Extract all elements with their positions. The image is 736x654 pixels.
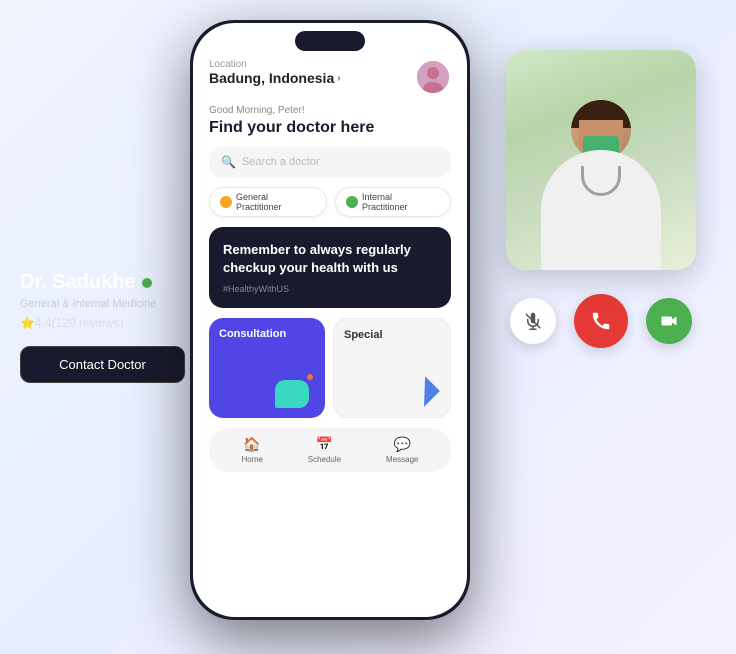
nav-message[interactable]: 💬 Message xyxy=(386,436,418,464)
doctor-body xyxy=(541,150,661,270)
phone-notch xyxy=(295,31,365,51)
nav-home[interactable]: 🏠 Home xyxy=(241,436,262,464)
nav-schedule[interactable]: 📅 Schedule xyxy=(308,436,341,464)
service-cards-row: Consultation Special xyxy=(209,318,451,418)
location-chevron: › xyxy=(337,73,340,84)
phone-outer-shell: Location Badung, Indonesia › xyxy=(190,20,470,620)
home-icon: 🏠 xyxy=(243,436,260,453)
hangup-button[interactable] xyxy=(574,294,628,348)
banner-title: Remember to always regularly checkup you… xyxy=(223,241,437,277)
consultation-label: Consultation xyxy=(219,328,315,340)
special-icon-area xyxy=(344,375,440,407)
doctor-name-text: Dr. Sadukhe xyxy=(20,271,136,294)
microphone-off-icon xyxy=(524,312,542,330)
phone-mockup: Location Badung, Indonesia › xyxy=(190,20,470,630)
camera-button[interactable] xyxy=(646,298,692,344)
search-bar[interactable]: 🔍 Search a doctor xyxy=(209,147,451,177)
location-block: Location Badung, Indonesia › xyxy=(209,59,341,86)
main-heading: Find your doctor here xyxy=(209,118,451,137)
consultation-card[interactable]: Consultation xyxy=(209,318,325,418)
banner-hashtag: #HealthyWithUS xyxy=(223,284,437,294)
doctor-specialty: General & Internal Medicine xyxy=(20,298,185,310)
arrow-icon xyxy=(401,368,446,413)
special-card[interactable]: Special xyxy=(333,318,451,418)
bottom-navigation: 🏠 Home 📅 Schedule 💬 Message xyxy=(209,428,451,472)
general-practitioner-label: General Practitioner xyxy=(236,192,316,212)
chat-notification-dot xyxy=(305,372,315,382)
phone-hangup-icon xyxy=(590,310,612,332)
location-value[interactable]: Badung, Indonesia › xyxy=(209,70,341,86)
doctor-figure xyxy=(541,100,661,270)
search-icon: 🔍 xyxy=(221,155,236,169)
greeting-text: Good Morning, Peter! xyxy=(209,105,451,116)
health-banner: Remember to always regularly checkup you… xyxy=(209,227,451,307)
phone-screen: Location Badung, Indonesia › xyxy=(193,23,467,617)
chat-icon xyxy=(275,372,315,408)
phone-content: Location Badung, Indonesia › xyxy=(193,23,467,617)
consultation-icon-area xyxy=(219,372,315,408)
location-label: Location xyxy=(209,59,341,70)
video-thumbnail xyxy=(506,50,696,270)
avatar-image xyxy=(417,61,449,93)
doctor-info-panel: Dr. Sadukhe General & Internal Medicine … xyxy=(20,271,185,383)
doctor-rating: ⭐4.4(120 reviews) xyxy=(20,316,185,330)
contact-doctor-button[interactable]: Contact Doctor xyxy=(20,346,185,383)
category-tag-internal[interactable]: Internal Practitioner xyxy=(335,187,451,217)
special-label: Special xyxy=(344,329,440,341)
general-practitioner-icon xyxy=(220,196,232,208)
home-label: Home xyxy=(241,455,262,464)
chat-bubble xyxy=(275,380,309,408)
camera-icon xyxy=(660,312,678,330)
category-row: General Practitioner Internal Practition… xyxy=(209,187,451,217)
message-label: Message xyxy=(386,455,418,464)
schedule-icon: 📅 xyxy=(316,436,333,453)
internal-practitioner-icon xyxy=(346,196,358,208)
message-icon: 💬 xyxy=(394,436,411,453)
category-tag-general[interactable]: General Practitioner xyxy=(209,187,327,217)
search-placeholder: Search a doctor xyxy=(242,156,320,168)
call-controls xyxy=(506,294,696,348)
location-text: Badung, Indonesia xyxy=(209,70,334,86)
schedule-label: Schedule xyxy=(308,455,341,464)
online-indicator xyxy=(142,278,152,288)
video-call-panel xyxy=(506,50,696,348)
phone-header: Location Badung, Indonesia › xyxy=(209,59,451,95)
stethoscope xyxy=(581,166,621,196)
mute-button[interactable] xyxy=(510,298,556,344)
internal-practitioner-label: Internal Practitioner xyxy=(362,192,440,212)
user-avatar[interactable] xyxy=(415,59,451,95)
doctor-name: Dr. Sadukhe xyxy=(20,271,185,294)
